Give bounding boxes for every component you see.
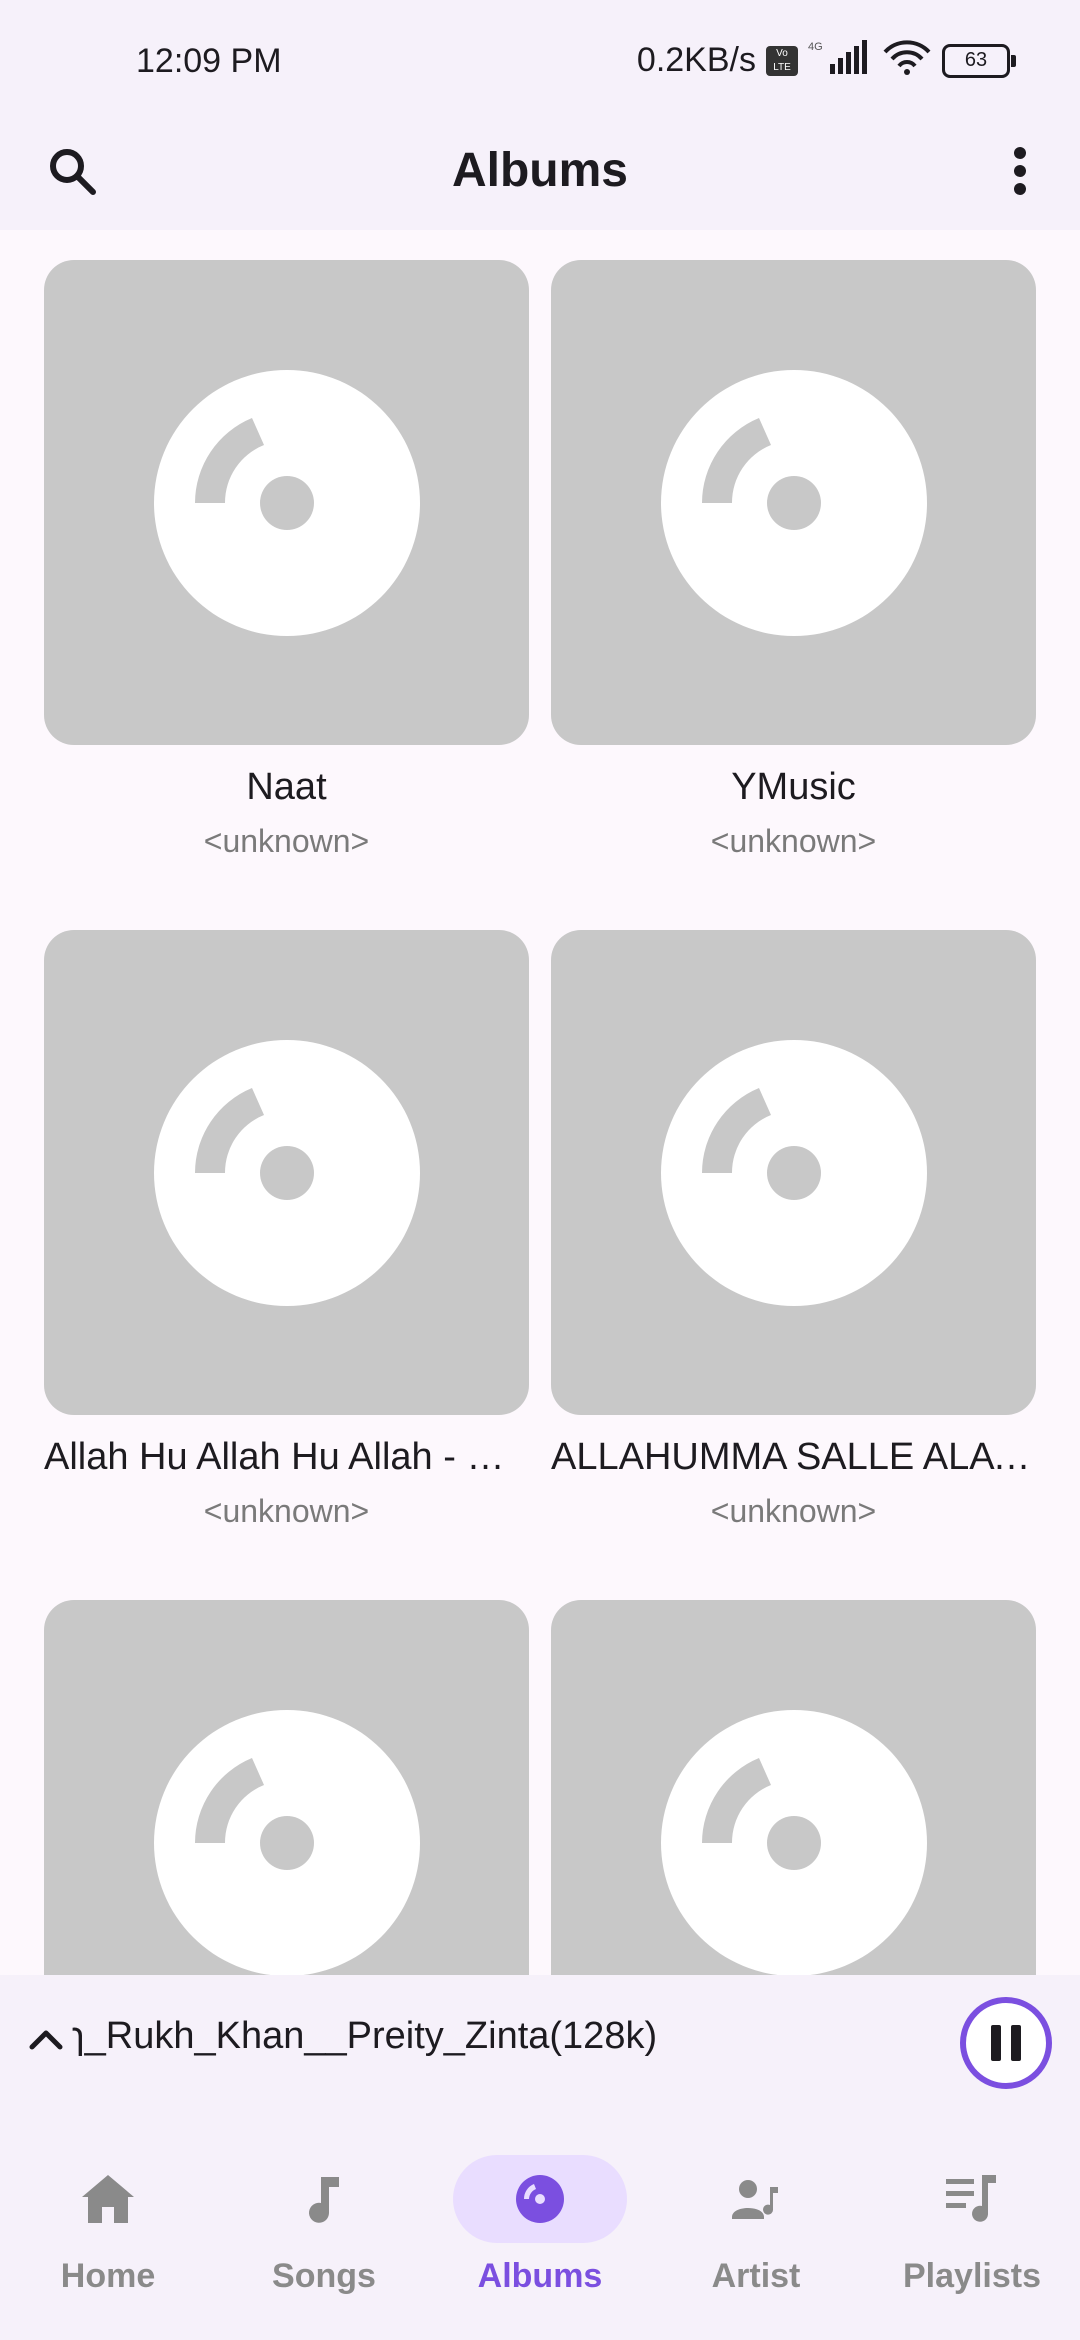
now-playing-title: ɿ_Rukh_Khan__Preity_Zinta(128k): [72, 2015, 658, 2057]
artist-icon: [732, 2180, 778, 2219]
album-card[interactable]: [44, 1600, 529, 1975]
home-icon: [82, 2175, 134, 2223]
pause-icon: [991, 2025, 1021, 2061]
album-card[interactable]: Naat <unknown>: [44, 260, 529, 860]
album-artist: <unknown>: [710, 1493, 877, 1529]
expand-player-button[interactable]: [22, 2015, 70, 2063]
album-icon: [153, 1039, 420, 1306]
pause-button[interactable]: [960, 1997, 1052, 2089]
nav-item-home[interactable]: Home: [0, 2145, 216, 2335]
nav-item-playlists[interactable]: Playlists: [864, 2145, 1080, 2335]
album-icon: [153, 1709, 420, 1975]
album-title: YMusic: [731, 766, 856, 808]
bottom-navigation: Home Songs Albums Artist Playlists: [0, 2125, 1080, 2340]
album-artist: <unknown>: [710, 823, 877, 859]
album-icon: [660, 369, 927, 636]
album-title: Naat: [246, 766, 327, 808]
nav-indicator: [669, 2155, 843, 2243]
more-options-button[interactable]: [988, 139, 1052, 203]
top-app-bar: Albums: [0, 125, 1080, 230]
album-icon: [516, 2175, 564, 2223]
nav-indicator: [21, 2155, 195, 2243]
nav-label: Artist: [711, 2257, 801, 2295]
album-art: [551, 1600, 1036, 1975]
album-card[interactable]: ALLAHUMMA SALLE ALA MUHAMMAD <unknown>: [551, 930, 1036, 1530]
status-indicators: 0.2KB/s Vo LTE 4G 63: [636, 40, 1016, 81]
album-art: [44, 930, 529, 1415]
album-art: [551, 930, 1036, 1415]
nav-label: Songs: [272, 2257, 376, 2295]
album-card[interactable]: YMusic <unknown>: [551, 260, 1036, 860]
volte-icon: Vo LTE: [766, 45, 798, 76]
playlist-icon: [946, 2175, 996, 2222]
page-title: Albums: [451, 144, 628, 197]
signal-icon: 4G: [808, 40, 872, 81]
now-playing-bar[interactable]: ɿ_Rukh_Khan__Preity_Zinta(128k): [0, 1975, 1080, 2125]
nav-item-artist[interactable]: Artist: [648, 2145, 864, 2335]
nav-indicator: [885, 2155, 1059, 2243]
nav-item-songs[interactable]: Songs: [216, 2145, 432, 2335]
album-art: [44, 1600, 529, 1975]
nav-indicator: [453, 2155, 627, 2243]
album-card[interactable]: [551, 1600, 1036, 1975]
album-artist: <unknown>: [203, 823, 370, 859]
network-speed: 0.2KB/s: [636, 41, 756, 79]
nav-label: Home: [60, 2257, 156, 2295]
album-title: ALLAHUMMA SALLE ALA MUHAMMAD: [551, 1436, 1036, 1478]
nav-indicator: [237, 2155, 411, 2243]
album-icon: [153, 369, 420, 636]
album-art: [44, 260, 529, 745]
nav-item-albums[interactable]: Albums: [432, 2145, 648, 2335]
nav-label: Playlists: [903, 2257, 1041, 2295]
nav-label: Albums: [477, 2257, 603, 2295]
album-artist: <unknown>: [203, 1493, 370, 1529]
album-icon: [660, 1039, 927, 1306]
more-vert-icon: [1014, 147, 1026, 195]
album-title: Allah Hu Allah Hu Allah - Qawwali: [44, 1436, 529, 1478]
album-card[interactable]: Allah Hu Allah Hu Allah - Qawwali <unkno…: [44, 930, 529, 1530]
wifi-icon: [882, 40, 932, 81]
album-icon: [660, 1709, 927, 1975]
music-note-icon: [309, 2177, 339, 2223]
album-grid: Naat <unknown> YMusic <unknown> Allah Hu…: [0, 230, 1080, 1975]
status-bar: 12:09 PM 0.2KB/s Vo LTE 4G 63: [0, 0, 1080, 125]
status-time: 12:09 PM: [136, 42, 282, 80]
battery-icon: 63: [942, 43, 1016, 78]
album-art: [551, 260, 1036, 745]
chevron-up-icon: [29, 2030, 63, 2050]
svg-text:4G: 4G: [808, 41, 823, 53]
